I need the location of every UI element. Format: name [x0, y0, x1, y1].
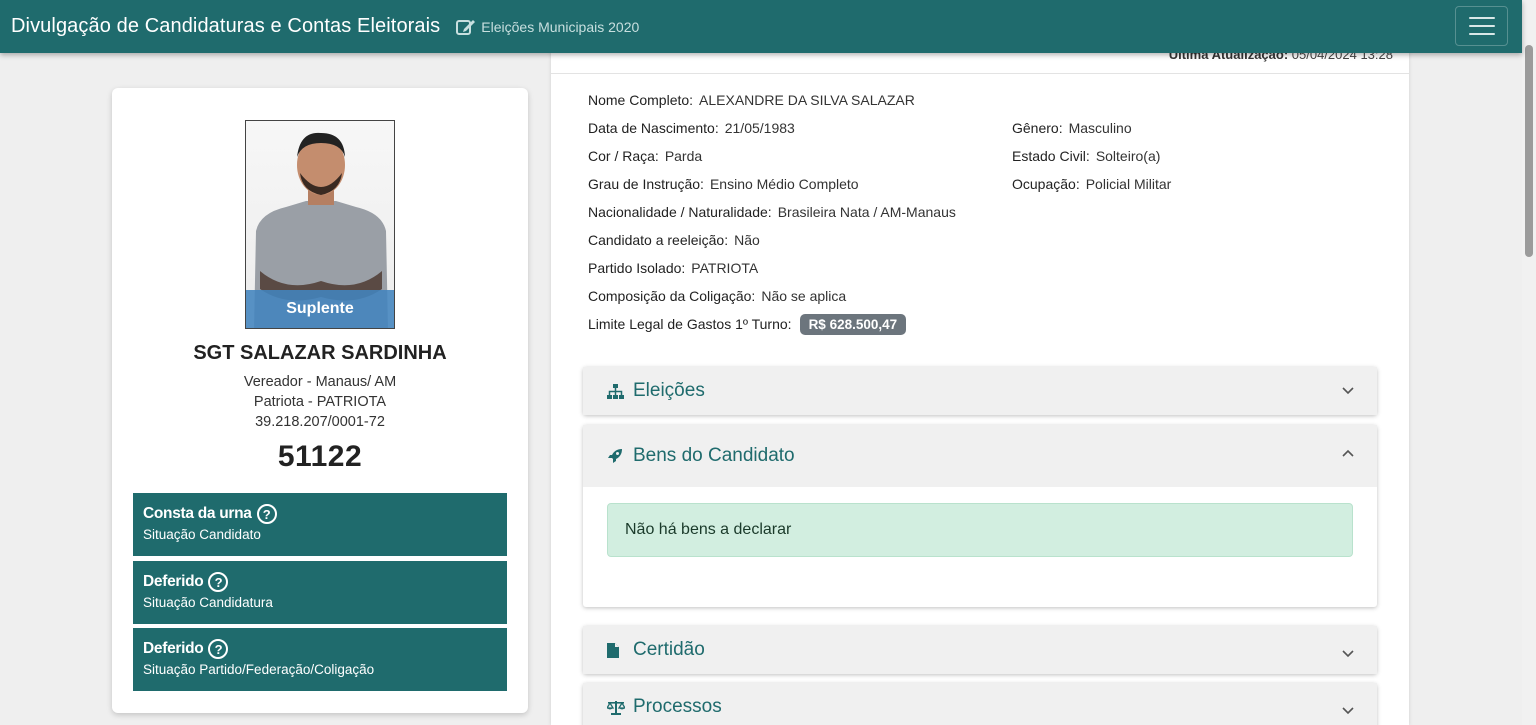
field-limite-gastos: Limite Legal de Gastos 1º Turno: R$ 628.5… — [588, 314, 907, 335]
field-label: Nacionalidade / Naturalidade: — [588, 204, 772, 220]
status-candidacy: Deferido ? Situação Candidatura — [133, 561, 507, 624]
field-label: Ocupação: — [1012, 176, 1080, 192]
accordion-title: Certidão — [633, 639, 705, 660]
candidate-profile-card: Suplente SGT SALAZAR SARDINHA Vereador -… — [112, 88, 528, 713]
field-value: Brasileira Nata / AM-Manaus — [777, 204, 956, 220]
accordion-title: Processos — [633, 696, 722, 717]
election-label: Eleições Municipais 2020 — [481, 18, 640, 35]
top-navbar: Divulgação de Candidaturas e Contas Elei… — [0, 0, 1522, 53]
status-title: Consta da urna — [143, 505, 252, 522]
field-value: Parda — [664, 148, 703, 164]
help-icon[interactable]: ? — [256, 504, 277, 524]
help-icon[interactable]: ? — [208, 572, 229, 592]
scrollbar-thumb[interactable] — [1525, 45, 1533, 257]
hamburger-bar — [1468, 33, 1495, 35]
field-label: Candidato a reeleição: — [588, 232, 729, 248]
menu-toggle-button[interactable] — [1455, 6, 1508, 46]
field-label: Data de Nascimento: — [588, 120, 719, 136]
candidate-number: 51122 — [277, 440, 363, 473]
chevron-down-icon — [1342, 707, 1354, 715]
candidate-name: SGT SALAZAR SARDINHA — [193, 342, 447, 364]
page-scrollbar[interactable] — [1522, 0, 1536, 725]
field-coligacao: Composição da Coligação: Não se aplica — [588, 288, 846, 304]
field-label: Limite Legal de Gastos 1º Turno: — [588, 316, 792, 332]
status-title: Deferido — [143, 640, 204, 657]
accordion-certidao: Certidão — [583, 626, 1377, 674]
field-nome-completo: Nome Completo: ALEXANDRE DA SILVA SALAZAR — [588, 92, 915, 108]
field-label: Cor / Raça: — [588, 148, 659, 164]
field-label: Composição da Coligação: — [588, 288, 756, 304]
candidate-cnpj: 39.218.207/0001-72 — [255, 414, 385, 430]
accordion-title: Bens do Candidato — [633, 445, 795, 466]
field-value: Policial Militar — [1085, 176, 1172, 192]
accordion-header-certidao[interactable]: Certidão — [583, 626, 1377, 674]
field-cor-raca: Cor / Raça: Parda — [588, 148, 702, 164]
field-label: Partido Isolado: — [588, 260, 686, 276]
field-reeleicao: Candidato a reeleição: Não — [588, 232, 760, 248]
field-value: 21/05/1983 — [724, 120, 795, 136]
hamburger-bar — [1468, 25, 1495, 27]
field-nascimento: Data de Nascimento: 21/05/1983 — [588, 120, 795, 136]
accordion-body-bens: Não há bens a declarar — [583, 487, 1377, 607]
candidate-party: Patriota - PATRIOTA — [253, 394, 387, 410]
accordion-header-eleicoes[interactable]: Eleições — [583, 367, 1377, 415]
accordion-eleicoes: Eleições — [583, 367, 1377, 415]
spending-limit-badge: R$ 628.500,47 — [799, 314, 907, 335]
field-label: Nome Completo: — [588, 92, 694, 108]
field-genero: Gênero: Masculino — [1012, 120, 1132, 136]
field-label: Estado Civil: — [1012, 148, 1090, 164]
chevron-down-icon — [1342, 387, 1354, 395]
field-value: Não — [734, 232, 760, 248]
accordion-header-processos[interactable]: Processos — [583, 683, 1377, 725]
balance-scale-icon — [607, 700, 625, 715]
divider — [551, 73, 1409, 74]
chevron-down-icon — [1342, 650, 1354, 658]
candidate-details-panel: Última Atualização: 05/04/2024 13:28 Nom… — [551, 48, 1409, 725]
status-subtitle: Situação Candidatura — [143, 595, 273, 610]
file-icon — [607, 642, 625, 658]
field-nacionalidade: Nacionalidade / Naturalidade: Brasileira … — [588, 204, 956, 220]
status-party: Deferido ? Situação Partido/Federação/Co… — [133, 628, 507, 691]
candidate-photo: Suplente — [245, 120, 395, 329]
field-value: ALEXANDRE DA SILVA SALAZAR — [699, 92, 915, 108]
help-icon[interactable]: ? — [208, 639, 229, 659]
accordion-title: Eleições — [633, 380, 705, 401]
field-estado-civil: Estado Civil: Solteiro(a) — [1012, 148, 1160, 164]
status-candidate: Consta da urna ? Situação Candidato — [133, 493, 507, 556]
status-subtitle: Situação Candidato — [143, 527, 261, 542]
field-value: PATRIOTA — [691, 260, 759, 276]
sitemap-icon — [607, 383, 625, 399]
no-assets-alert: Não há bens a declarar — [607, 503, 1353, 557]
accordion-processos: Processos — [583, 683, 1377, 725]
rocket-icon — [607, 448, 625, 464]
field-label: Gênero: — [1012, 120, 1063, 136]
edit-icon — [456, 19, 476, 35]
election-selector[interactable]: Eleições Municipais 2020 — [456, 18, 639, 36]
field-value: Não se aplica — [761, 288, 847, 304]
accordion-header-bens[interactable]: Bens do Candidato — [583, 425, 1377, 487]
status-title: Deferido — [143, 573, 204, 590]
field-instrucao: Grau de Instrução: Ensino Médio Completo — [588, 176, 859, 192]
app-title[interactable]: Divulgação de Candidaturas e Contas Elei… — [11, 15, 440, 38]
accordion-bens: Bens do Candidato Não há bens a declarar — [583, 425, 1377, 607]
field-ocupacao: Ocupação: Policial Militar — [1012, 176, 1171, 192]
field-label: Grau de Instrução: — [588, 176, 704, 192]
field-partido: Partido Isolado: PATRIOTA — [588, 260, 758, 276]
candidate-office: Vereador - Manaus/ AM — [243, 374, 397, 390]
chevron-up-icon — [1342, 449, 1354, 457]
hamburger-bar — [1468, 17, 1495, 19]
field-value: Masculino — [1068, 120, 1132, 136]
field-value: Solteiro(a) — [1095, 148, 1161, 164]
substitute-badge: Suplente — [246, 290, 394, 328]
status-subtitle: Situação Partido/Federação/Coligação — [143, 662, 375, 677]
field-value: Ensino Médio Completo — [709, 176, 859, 192]
